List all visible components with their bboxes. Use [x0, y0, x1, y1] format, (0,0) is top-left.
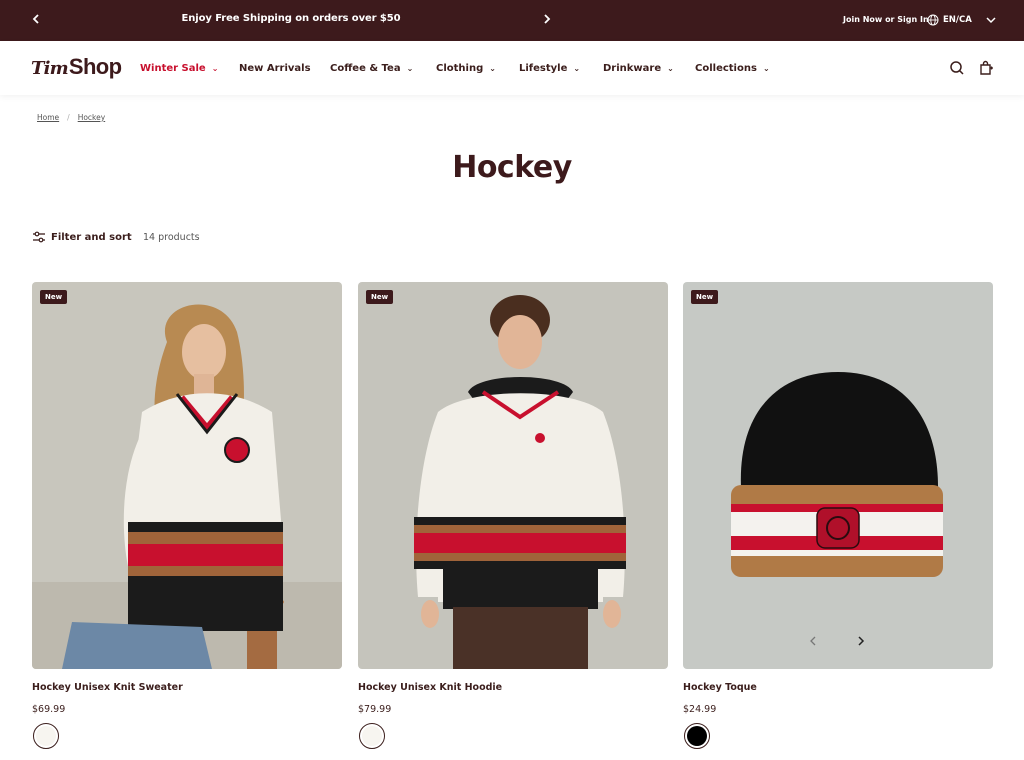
page-title: Hockey	[452, 150, 572, 185]
logo-tim: Tim	[31, 58, 69, 79]
product-name[interactable]: Hockey Unisex Knit Hoodie	[358, 682, 502, 693]
language-selector[interactable]: EN/CA	[927, 12, 996, 28]
nav-label: Coffee & Tea	[330, 62, 401, 74]
nav-label: Clothing	[436, 62, 484, 74]
chevron-down-icon: ⌄	[573, 63, 581, 73]
nav-winter-sale[interactable]: Winter Sale ⌄	[140, 61, 218, 75]
chevron-down-icon: ⌄	[667, 63, 674, 73]
chevron-down-icon: ⌄	[406, 63, 414, 73]
nav-collections[interactable]: Collections ⌄	[695, 61, 770, 75]
product-count: 14 products	[143, 232, 200, 243]
chevron-down-icon: ⌄	[489, 63, 496, 73]
breadcrumb-current[interactable]: Hockey	[78, 113, 105, 122]
cart-icon[interactable]	[978, 60, 994, 76]
announcement-bar: Enjoy Free Shipping on orders over $50 J…	[0, 0, 1024, 41]
filter-label: Filter and sort	[51, 231, 132, 243]
language-label: EN/CA	[943, 15, 972, 25]
chevron-down-icon: ⌄	[762, 63, 770, 73]
nav-new-arrivals[interactable]: New Arrivals	[239, 61, 311, 75]
carousel-prev-icon[interactable]	[809, 635, 817, 649]
new-badge: New	[40, 290, 68, 304]
breadcrumb: Home / Hockey	[37, 113, 105, 122]
chevron-left-icon[interactable]	[29, 12, 43, 28]
sliders-icon	[33, 231, 45, 243]
breadcrumb-separator: /	[67, 113, 70, 122]
product-card[interactable]: New Hockey Toque $24.99	[683, 282, 993, 749]
color-swatch[interactable]	[359, 723, 385, 749]
product-name[interactable]: Hockey Unisex Knit Sweater	[32, 682, 183, 693]
product-price: $24.99	[683, 704, 717, 715]
logo-shop: Shop	[68, 54, 122, 79]
announcement-message: Enjoy Free Shipping on orders over $50	[181, 13, 401, 24]
globe-icon	[927, 14, 939, 26]
search-icon[interactable]	[949, 60, 965, 76]
product-card[interactable]: New Hockey Unisex Knit Sweater $69.99	[32, 282, 342, 749]
nav-lifestyle[interactable]: Lifestyle ⌄	[519, 61, 580, 75]
chevron-down-icon	[986, 16, 996, 23]
product-card[interactable]: New Hockey Unisex Knit Hoodie $79.99	[358, 282, 668, 749]
color-swatch[interactable]	[33, 723, 59, 749]
nav-coffee-tea[interactable]: Coffee & Tea ⌄	[330, 61, 413, 75]
carousel-next-icon[interactable]	[857, 635, 865, 649]
join-sign-in-link[interactable]: Join Now or Sign In	[843, 15, 929, 24]
nav-label: New Arrivals	[239, 62, 311, 74]
color-swatch[interactable]	[684, 723, 710, 749]
nav-label: Drinkware	[603, 62, 662, 74]
product-price: $79.99	[358, 704, 392, 715]
nav-label: Lifestyle	[519, 62, 568, 74]
product-image[interactable]: New	[683, 282, 993, 669]
breadcrumb-home[interactable]: Home	[37, 113, 59, 122]
new-badge: New	[366, 290, 394, 304]
product-image[interactable]: New	[358, 282, 668, 669]
chevron-down-icon: ⌄	[211, 63, 219, 73]
nav-clothing[interactable]: Clothing ⌄	[436, 61, 496, 75]
new-badge: New	[691, 290, 719, 304]
site-header: Tim Shop Winter Sale ⌄ New Arrivals Coffe…	[0, 41, 1024, 95]
chevron-right-icon[interactable]	[540, 12, 554, 28]
nav-label: Winter Sale	[140, 62, 206, 74]
product-name[interactable]: Hockey Toque	[683, 682, 757, 693]
nav-drinkware[interactable]: Drinkware ⌄	[603, 61, 674, 75]
site-logo[interactable]: Tim Shop	[31, 54, 122, 82]
product-price: $69.99	[32, 704, 66, 715]
filter-sort-button[interactable]: Filter and sort	[32, 231, 132, 243]
nav-label: Collections	[695, 62, 757, 74]
product-image[interactable]: New	[32, 282, 342, 669]
